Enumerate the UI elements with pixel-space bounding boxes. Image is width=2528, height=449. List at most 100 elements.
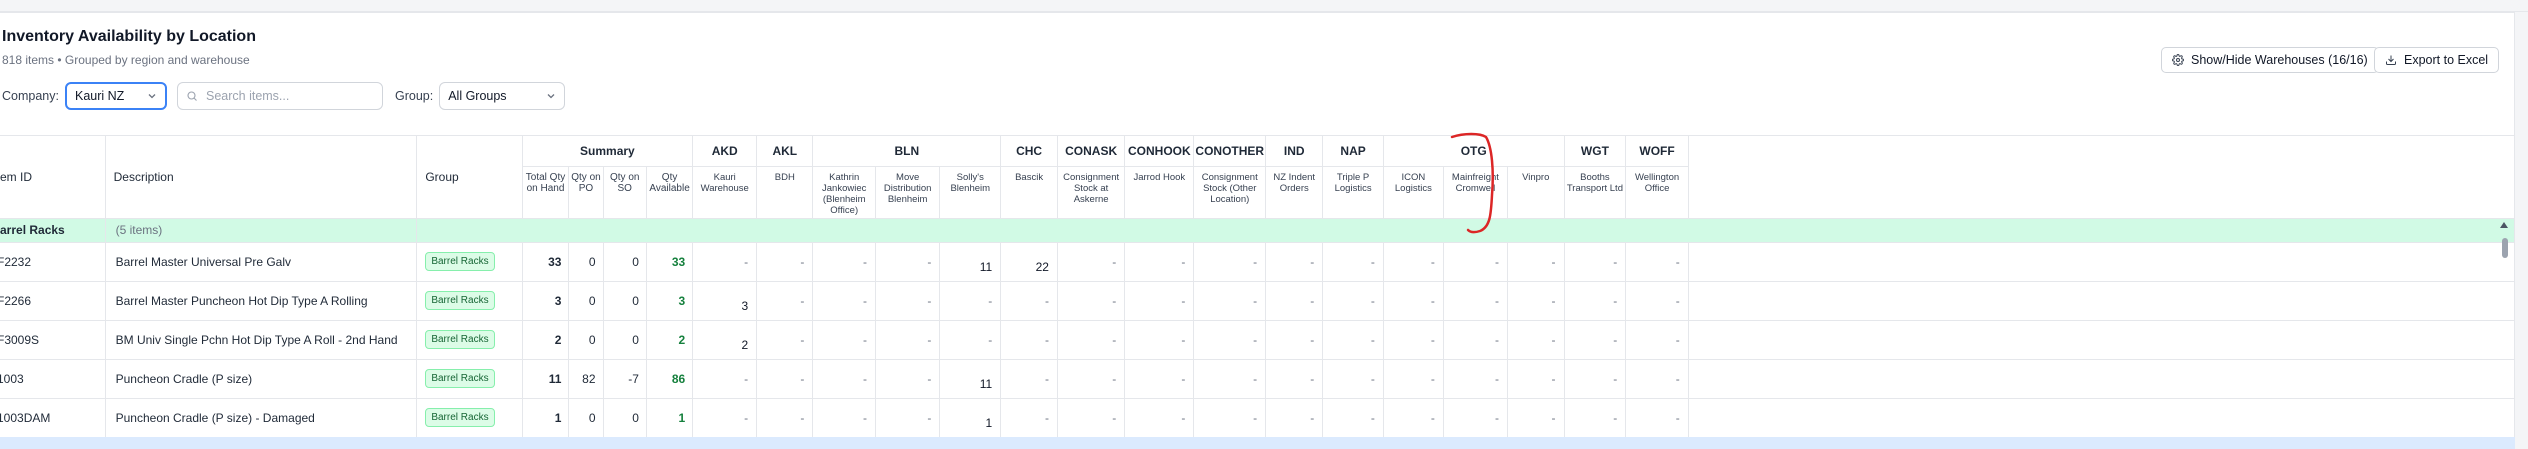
warehouse-qty-cell: -	[1625, 281, 1689, 321]
row-filler	[1688, 320, 2514, 360]
warehouse-qty-cell: -	[1057, 242, 1126, 282]
qty-on-so-cell: 0	[603, 398, 647, 438]
qty-on-po-cell: 0	[568, 398, 604, 438]
warehouse-column-header[interactable]: ICON Logistics	[1383, 166, 1444, 219]
warehouse-qty-cell: -	[1193, 320, 1267, 360]
qty-on-po-cell: 82	[568, 359, 604, 399]
summary-column-header[interactable]: Total Qty on Hand	[522, 166, 570, 219]
group-row[interactable]: arrel Racks (5 items)	[0, 218, 2514, 243]
qty-available-cell: 2	[646, 320, 694, 360]
col-group[interactable]: Group	[416, 136, 523, 219]
region-header: CHC	[1000, 136, 1058, 167]
search-input[interactable]: Search items...	[176, 82, 383, 110]
warehouse-qty-cell: -	[875, 281, 941, 321]
group-select[interactable]: All Groups	[439, 82, 566, 110]
warehouse-column-header[interactable]: Kathrin Jankowiec (Blenheim Office)	[812, 166, 876, 219]
search-placeholder: Search items...	[205, 89, 290, 103]
warehouse-qty-cell: -	[1265, 320, 1324, 360]
col-description[interactable]: Description	[105, 136, 418, 219]
gear-icon	[2172, 54, 2184, 66]
warehouse-qty-cell: -	[1564, 320, 1627, 360]
warehouse-qty-cell: -	[812, 320, 876, 360]
warehouse-qty-cell: -	[1564, 242, 1627, 282]
warehouse-qty-cell: 2	[692, 320, 758, 360]
inventory-card: Inventory Availability by Location 818 i…	[0, 12, 2515, 449]
warehouse-column-header[interactable]: Consignment Stock (Other Location)	[1193, 166, 1267, 219]
table-row[interactable]: F2266 Barrel Master Puncheon Hot Dip Type…	[0, 281, 2514, 321]
warehouse-qty-cell: -	[756, 242, 814, 282]
warehouse-qty-cell: -	[1265, 281, 1324, 321]
warehouse-qty-cell: -	[1507, 242, 1565, 282]
group-row-count: (5 items)	[105, 218, 418, 243]
warehouse-qty-cell: -	[1625, 320, 1689, 360]
qty-on-hand-cell: 11	[522, 359, 570, 399]
warehouse-qty-cell: -	[875, 320, 941, 360]
warehouse-column-header[interactable]: Move Distribution Blenheim	[875, 166, 941, 219]
qty-on-po-cell: 0	[568, 320, 604, 360]
region-header: BLN	[812, 136, 1002, 167]
summary-column-header[interactable]: Qty on PO	[568, 166, 604, 219]
warehouse-qty-cell: 3	[692, 281, 758, 321]
company-value: Kauri NZ	[74, 89, 125, 103]
warehouse-qty-cell: -	[1322, 359, 1384, 399]
col-item-id[interactable]: em ID	[0, 136, 106, 219]
item-id-cell: F2232	[0, 242, 106, 282]
warehouse-qty-cell: -	[1057, 359, 1126, 399]
warehouse-column-header[interactable]: BDH	[756, 166, 814, 219]
warehouse-column-header[interactable]: Vinpro	[1507, 166, 1565, 219]
region-header: IND	[1265, 136, 1324, 167]
table-row[interactable]: 1003Puncheon Cradle (P size) Barrel Racks…	[0, 359, 2514, 399]
group-badge: Barrel Racks	[425, 408, 495, 427]
region-header: AKL	[756, 136, 814, 167]
group-value: All Groups	[448, 89, 507, 103]
header-filler	[1688, 136, 2514, 219]
warehouse-qty-cell: -	[1507, 281, 1565, 321]
row-filler	[1688, 242, 2514, 282]
group-badge: Barrel Racks	[425, 252, 495, 271]
table-row[interactable]: 1003DAM Puncheon Cradle (P size) - Damage…	[0, 398, 2514, 438]
warehouse-qty-cell: -	[1322, 242, 1384, 282]
region-header: AKD	[692, 136, 758, 167]
scroll-up-arrow[interactable]	[2500, 222, 2508, 228]
region-header: CONHOOK	[1124, 136, 1195, 167]
vertical-scrollbar-thumb[interactable]	[2502, 238, 2508, 258]
company-select[interactable]: Kauri NZ	[64, 82, 167, 110]
warehouse-qty-cell: -	[1625, 359, 1689, 399]
warehouse-column-header[interactable]: Solly's Blenheim	[939, 166, 1002, 219]
warehouse-column-header[interactable]: Consignment Stock at Askerne	[1057, 166, 1126, 219]
qty-on-hand-cell: 3	[522, 281, 570, 321]
export-excel-button[interactable]: Export to Excel	[2374, 47, 2500, 73]
show-hide-warehouses-button[interactable]: Show/Hide Warehouses (16/16)	[2161, 47, 2379, 73]
warehouse-qty-cell: -	[1124, 242, 1195, 282]
red-annotation-mark	[1450, 132, 1494, 234]
region-header: CONOTHER	[1193, 136, 1267, 167]
warehouse-column-header[interactable]: Bascik	[1000, 166, 1058, 219]
warehouse-qty-cell: -	[1507, 398, 1565, 438]
table-row[interactable]: F2232 Barrel Master Universal Pre Galv Bar…	[0, 242, 2514, 282]
qty-on-hand-cell: 2	[522, 320, 570, 360]
warehouse-column-header[interactable]: NZ Indent Orders	[1265, 166, 1324, 219]
warehouse-column-header[interactable]: Jarrod Hook	[1124, 166, 1195, 219]
warehouse-qty-cell: -	[1625, 242, 1689, 282]
summary-column-header[interactable]: Qty Available	[646, 166, 694, 219]
group-badge: Barrel Racks	[425, 369, 495, 388]
warehouse-qty-cell: -	[1322, 281, 1384, 321]
warehouse-qty-cell: 11	[939, 359, 1002, 399]
item-id-cell: 1003DAM	[0, 398, 106, 438]
warehouse-qty-cell: -	[1383, 320, 1444, 360]
warehouse-qty-cell: -	[1443, 359, 1508, 399]
summary-column-header[interactable]: Qty on SO	[603, 166, 647, 219]
warehouse-column-header[interactable]: Kauri Warehouse	[692, 166, 758, 219]
export-excel-label: Export to Excel	[2404, 53, 2489, 67]
warehouse-column-header[interactable]: Triple P Logistics	[1322, 166, 1384, 219]
warehouse-column-header[interactable]: Booths Transport Ltd	[1564, 166, 1627, 219]
qty-on-so-cell: 0	[603, 281, 647, 321]
warehouse-qty-cell: -	[1000, 398, 1058, 438]
inventory-table: em ID Description Group Summary AKD AKL BL…	[0, 136, 2514, 438]
qty-available-cell: 33	[646, 242, 694, 282]
warehouse-qty-cell: -	[1564, 359, 1627, 399]
table-row[interactable]: F3009S BM Univ Single Pchn Hot Dip Type A…	[0, 320, 2514, 360]
company-label: Company:	[2, 89, 59, 103]
warehouse-column-header[interactable]: Wellington Office	[1625, 166, 1689, 219]
description-cell: Puncheon Cradle (P size) - Damaged	[105, 398, 418, 438]
